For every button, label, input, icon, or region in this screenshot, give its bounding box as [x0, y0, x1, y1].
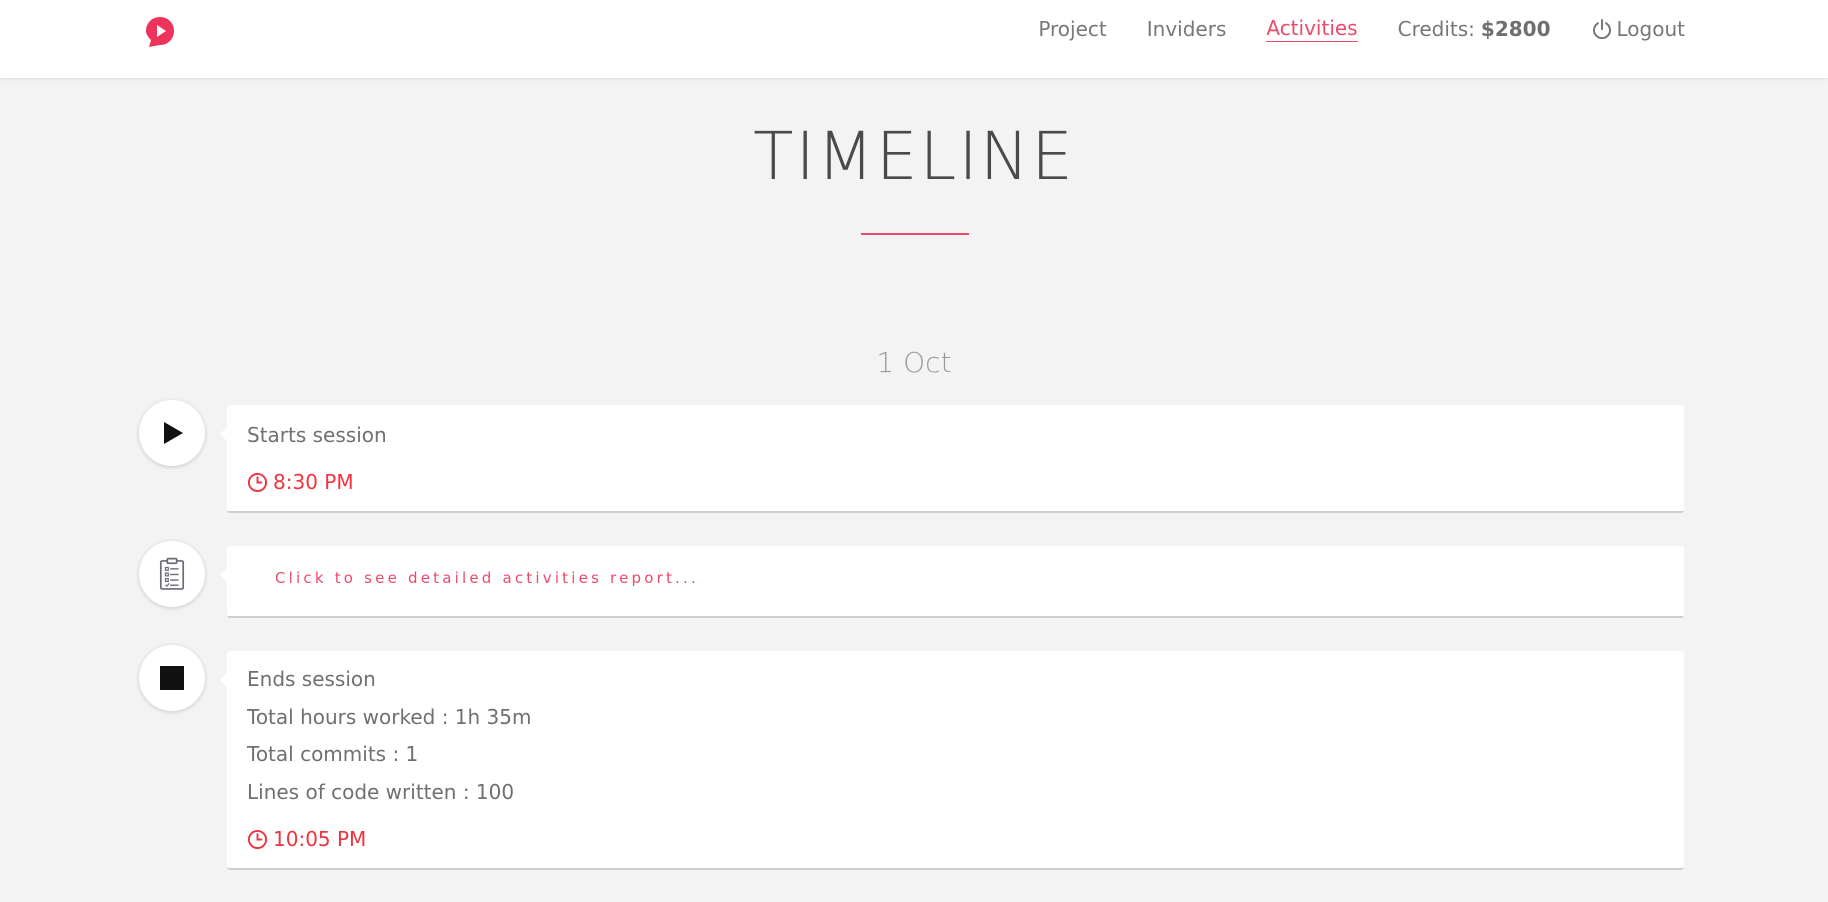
timeline-card-end: Ends session Total hours worked : 1h 35m… [220, 651, 1684, 870]
brand-logo-icon[interactable] [143, 14, 177, 48]
entry-time-text: 10:05 PM [273, 827, 367, 851]
stop-icon [139, 645, 205, 711]
entry-time-text: 8:30 PM [273, 470, 354, 494]
credits-value: $2800 [1480, 17, 1551, 41]
nav-item-project[interactable]: Project [1038, 17, 1106, 41]
clipboard-icon [139, 541, 205, 607]
timeline-card-report[interactable]: Click to see detailed activities report.… [220, 546, 1684, 618]
play-icon [139, 400, 205, 466]
entry-time: 10:05 PM [247, 827, 366, 851]
entry-detail-hours: Total hours worked : 1h 35m [247, 705, 532, 729]
main-nav: Project Inviders Activities Credits: $28… [998, 0, 1685, 58]
power-icon [1592, 19, 1611, 40]
credits-label: Credits: [1397, 17, 1475, 41]
activities-report-link[interactable]: Click to see detailed activities report.… [275, 569, 699, 587]
entry-detail-commits: Total commits : 1 [247, 742, 419, 766]
nav-item-inviders[interactable]: Inviders [1147, 17, 1227, 41]
logout-label: Logout [1616, 17, 1685, 41]
logout-button[interactable]: Logout [1591, 17, 1685, 41]
nav-item-activities[interactable]: Activities [1266, 16, 1358, 42]
clock-icon [247, 829, 268, 849]
entry-title: Ends session [247, 667, 376, 691]
top-navbar: Project Inviders Activities Credits: $28… [0, 0, 1828, 78]
entry-detail-lines: Lines of code written : 100 [247, 780, 515, 804]
timeline-card-start: Starts session 8:30 PM [220, 405, 1684, 513]
title-divider [861, 233, 969, 235]
timeline-date: 1 Oct [876, 346, 952, 379]
entry-title: Starts session [247, 423, 387, 447]
page-title: TIMELINE [753, 118, 1075, 195]
entry-time: 8:30 PM [247, 470, 354, 494]
clock-icon [247, 472, 268, 492]
credits-display: Credits: $2800 [1398, 17, 1551, 41]
